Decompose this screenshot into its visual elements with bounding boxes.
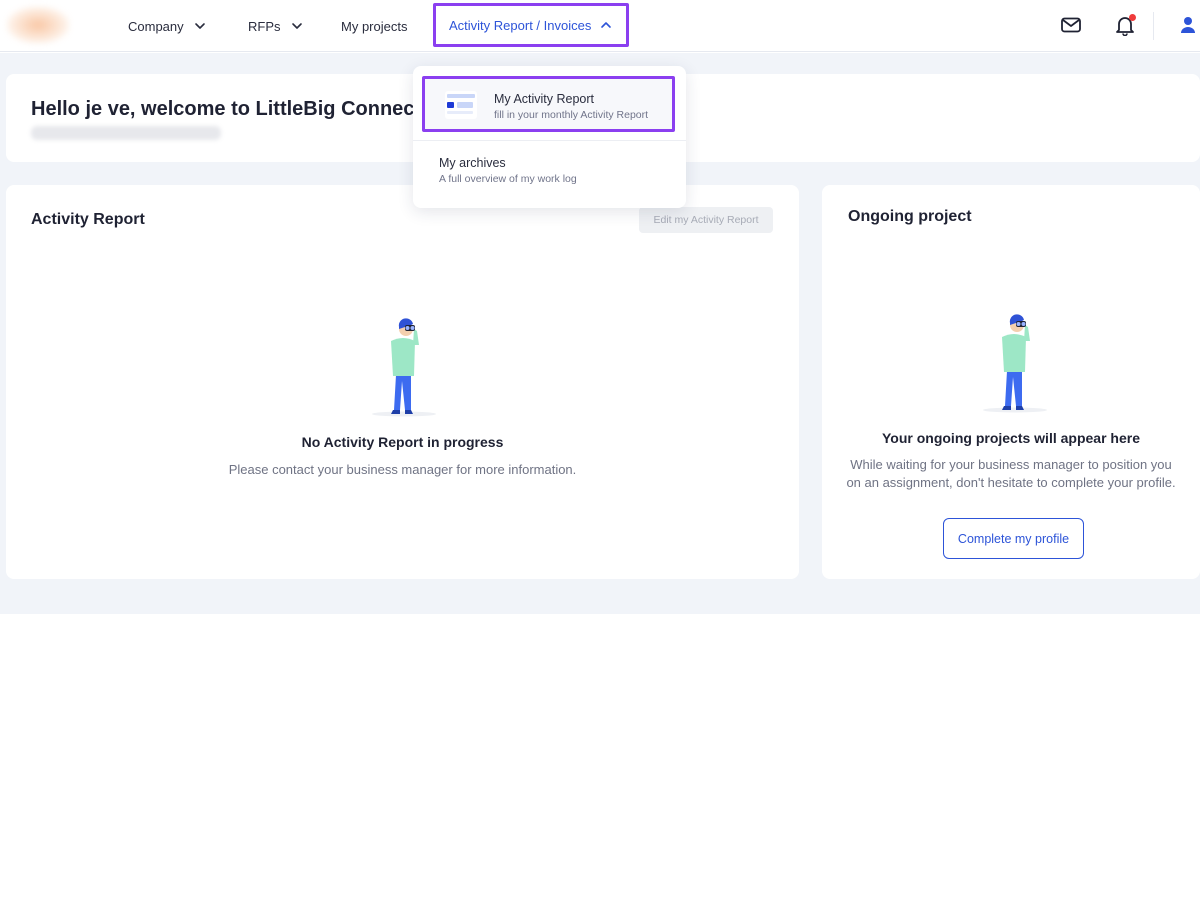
top-navigation: Company RFPs My projects Activity Report… <box>0 0 1200 52</box>
notification-dot <box>1129 14 1136 21</box>
welcome-title: Hello je ve, welcome to LittleBig Connec… <box>31 98 422 120</box>
nav-rfps[interactable]: RFPs <box>248 0 303 52</box>
dropdown-item-label: My archives <box>439 156 506 170</box>
mail-icon[interactable] <box>1060 14 1082 36</box>
divider <box>413 140 686 141</box>
chevron-down-icon <box>291 23 302 29</box>
activity-empty-title: No Activity Report in progress <box>301 434 504 450</box>
nav-activity-label: Activity Report / Invoices <box>449 17 592 33</box>
user-icon[interactable] <box>1180 16 1196 34</box>
nav-my-projects[interactable]: My projects <box>341 0 407 52</box>
activity-report-title: Activity Report <box>31 211 145 228</box>
activity-report-thumbnail-icon <box>445 91 477 119</box>
nav-company[interactable]: Company <box>128 0 206 52</box>
complete-profile-button[interactable]: Complete my profile <box>943 518 1084 559</box>
activity-report-dropdown: My Activity Report fill in your monthly … <box>413 66 686 208</box>
nav-rfps-label: RFPs <box>248 18 281 34</box>
nav-my-projects-label: My projects <box>341 18 408 34</box>
ongoing-project-card: Ongoing project Your ongoing projects wi… <box>822 185 1200 579</box>
ongoing-empty-title: Your ongoing projects will appear here <box>881 430 1140 446</box>
dropdown-item-my-archives[interactable]: My archives A full overview of my work l… <box>413 142 686 202</box>
ongoing-empty-text: While waiting for your business manager … <box>846 457 1176 490</box>
logo[interactable] <box>6 6 70 44</box>
activity-empty-text: Please contact your business manager for… <box>228 462 577 477</box>
ongoing-project-title: Ongoing project <box>848 208 972 225</box>
nav-activity-report-invoices[interactable]: Activity Report / Invoices <box>433 3 629 47</box>
activity-report-card: Activity Report Edit my Activity Report … <box>6 185 799 579</box>
dropdown-item-my-activity-report[interactable]: My Activity Report fill in your monthly … <box>422 76 675 132</box>
chevron-up-icon <box>601 22 612 28</box>
empty-state-illustration <box>372 318 436 417</box>
dropdown-item-description: A full overview of my work log <box>439 173 577 185</box>
chevron-down-icon <box>194 23 205 29</box>
empty-state-illustration <box>983 314 1047 413</box>
nav-company-label: Company <box>128 18 184 34</box>
welcome-subtitle-redacted <box>31 126 221 140</box>
edit-activity-report-button[interactable]: Edit my Activity Report <box>639 207 773 233</box>
dropdown-item-description: fill in your monthly Activity Report <box>494 109 649 121</box>
divider <box>1153 12 1154 40</box>
dropdown-item-label: My Activity Report <box>494 92 595 106</box>
